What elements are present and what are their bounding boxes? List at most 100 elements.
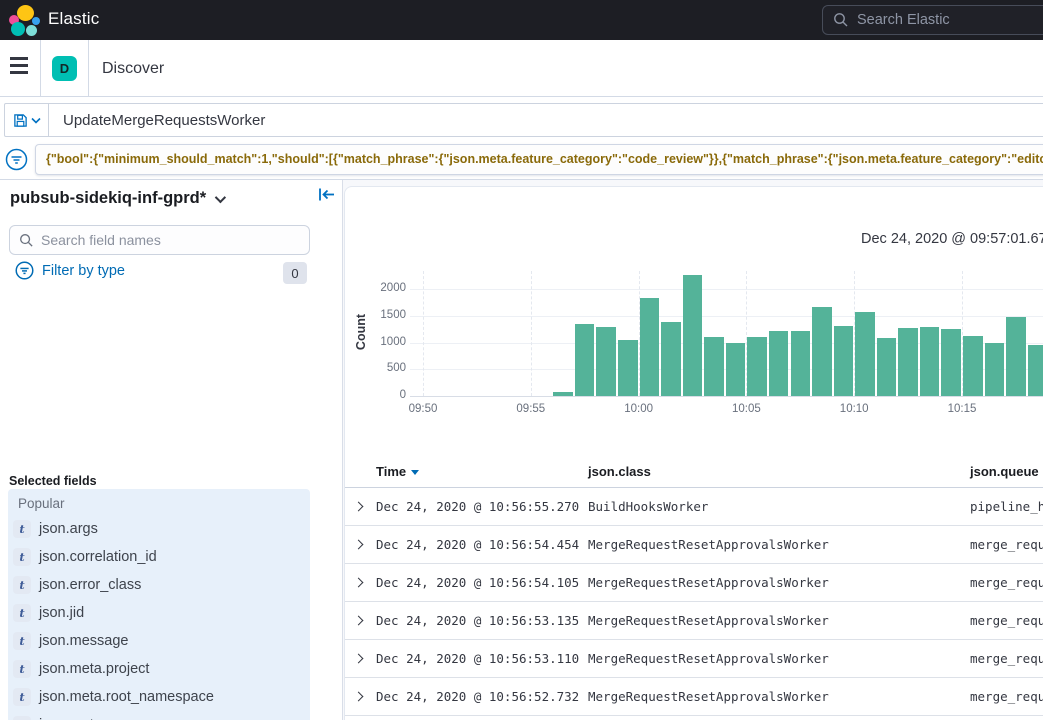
column-header-time[interactable]: Time <box>376 464 419 479</box>
column-header-json-class[interactable]: json.class <box>588 464 651 479</box>
string-type-icon: t <box>13 660 31 678</box>
string-type-icon: t <box>13 520 31 538</box>
cell-json-queue: merge_request_reset_approvals <box>970 575 1043 590</box>
field-search-placeholder: Search field names <box>41 232 161 248</box>
table-row: Dec 24, 2020 @ 10:56:53.135MergeRequestR… <box>345 602 1043 640</box>
table-row: Dec 24, 2020 @ 10:56:52.732 MergeRequestR… <box>345 678 1043 716</box>
filter-by-type-button[interactable]: Filter by type <box>15 261 125 280</box>
save-icon <box>13 113 28 128</box>
index-pattern-name: pubsub-sidekiq-inf-gprd* <box>10 189 206 208</box>
histogram-bar-10:00[interactable] <box>640 298 660 396</box>
cell-json-queue: merge_request_reset_approvals <box>970 689 1043 704</box>
discover-main-panel: Dec 24, 2020 @ 09:57:01.67 Count 0500100… <box>344 186 1043 720</box>
histogram-bar-10:02[interactable] <box>683 275 703 396</box>
index-pattern-selector[interactable]: pubsub-sidekiq-inf-gprd* <box>10 189 223 208</box>
histogram-bar-10:10[interactable] <box>855 312 875 396</box>
histogram-bar-09:56[interactable] <box>553 392 573 396</box>
x-axis-tick: 10:10 <box>832 403 876 415</box>
field-name: json.correlation_id <box>39 549 157 565</box>
cell-json-queue: merge_request_reset_approvals <box>970 613 1043 628</box>
histogram-bar-10:12[interactable] <box>898 328 918 396</box>
filter-by-type-label: Filter by type <box>42 263 125 279</box>
table-row: Dec 24, 2020 @ 10:56:54.454MergeRequestR… <box>345 526 1043 564</box>
gridline <box>531 271 532 396</box>
histogram-bar-10:11[interactable] <box>877 338 897 396</box>
cell-json-queue: merge_request_reset_approvals <box>970 537 1043 552</box>
x-axis-line <box>410 396 1043 397</box>
histogram-bar-09:58[interactable] <box>596 327 616 396</box>
popular-heading: Popular <box>18 496 65 511</box>
expand-row-icon[interactable] <box>354 578 364 588</box>
expand-row-icon[interactable] <box>354 654 364 664</box>
save-query-button[interactable] <box>5 104 49 136</box>
cell-time: Dec 24, 2020 @ 10:56:55.270 <box>376 499 579 514</box>
divider <box>40 40 41 96</box>
histogram-bar-10:15[interactable] <box>963 336 983 396</box>
histogram-bar-10:01[interactable] <box>661 322 681 396</box>
string-type-icon: t <box>13 632 31 650</box>
histogram-bar-10:09[interactable] <box>834 326 854 396</box>
cell-time: Dec 24, 2020 @ 10:56:52.732 <box>376 689 579 704</box>
filter-pill[interactable]: {"bool":{"minimum_should_match":1,"shoul… <box>35 144 1043 175</box>
field-item-json.error_class[interactable]: t json.error_class <box>8 571 310 599</box>
query-bar: UpdateMergeRequestsWorker <box>0 97 1043 139</box>
column-header-json-queue[interactable]: json.queue <box>970 464 1039 479</box>
field-item-json.args[interactable]: t json.args <box>8 515 310 543</box>
field-item-json.meta.root_namespace[interactable]: t json.meta.root_namespace <box>8 683 310 711</box>
field-name: json.jid <box>39 605 84 621</box>
query-input[interactable]: UpdateMergeRequestsWorker <box>49 104 1043 136</box>
cell-json-class: MergeRequestResetApprovalsWorker <box>588 651 829 666</box>
field-name: json.args <box>39 521 98 537</box>
field-item-json.meta.user[interactable]: tjson.meta.user <box>8 711 310 720</box>
sidebar: pubsub-sidekiq-inf-gprd* Search field na… <box>0 180 343 720</box>
y-axis-tick: 1000 <box>366 336 406 348</box>
histogram-bar-10:13[interactable] <box>920 327 940 396</box>
expand-row-icon[interactable] <box>354 616 364 626</box>
filter-bar: {"bool":{"minimum_should_match":1,"shoul… <box>0 139 1043 180</box>
filter-icon[interactable] <box>5 148 28 171</box>
string-type-icon: t <box>13 576 31 594</box>
expand-row-icon[interactable] <box>354 502 364 512</box>
histogram-bar-09:59[interactable] <box>618 340 638 396</box>
histogram-bar-10:03[interactable] <box>704 337 724 396</box>
elastic-logo-icon[interactable] <box>6 3 40 37</box>
gridline <box>423 271 424 396</box>
histogram-bar-10:08[interactable] <box>812 307 832 396</box>
histogram-bar-10:17[interactable] <box>1006 317 1026 396</box>
discover-app: Elastic Search Elastic D Discover <box>0 0 1043 720</box>
cell-json-class: MergeRequestResetApprovalsWorker <box>588 689 829 704</box>
field-item-json.jid[interactable]: tjson.jid <box>8 599 310 627</box>
field-item-json.correlation_id[interactable]: tjson.correlation_id <box>8 543 310 571</box>
filter-icon <box>15 261 34 280</box>
y-axis-tick: 1500 <box>366 309 406 321</box>
popular-fields-list: tjson.argstjson.correlation_idtjson.erro… <box>8 515 310 720</box>
field-name: json.error_class <box>39 577 141 593</box>
field-item-json.message[interactable]: tjson.message <box>8 627 310 655</box>
cell-json-class: MergeRequestResetApprovalsWorker <box>588 613 829 628</box>
field-search-input[interactable]: Search field names <box>9 225 310 255</box>
discover-app-icon[interactable]: D <box>52 56 77 81</box>
menu-icon[interactable] <box>10 57 28 79</box>
x-axis-tick: 09:55 <box>509 403 553 415</box>
histogram-bar-10:14[interactable] <box>941 329 961 396</box>
histogram-bar-10:04[interactable] <box>726 343 746 397</box>
global-search-input[interactable]: Search Elastic <box>822 5 1043 35</box>
string-type-icon: t <box>13 688 31 706</box>
y-axis-tick: 2000 <box>366 282 406 294</box>
histogram-bar-10:07[interactable] <box>791 331 811 396</box>
histogram-bar-10:18[interactable] <box>1028 345 1043 396</box>
selected-fields-heading: Selected fields <box>9 474 97 488</box>
global-search-placeholder: Search Elastic <box>857 12 950 28</box>
expand-row-icon[interactable] <box>354 540 364 550</box>
y-axis-tick: 0 <box>366 389 406 401</box>
histogram-bar-10:06[interactable] <box>769 331 789 396</box>
histogram-bar-10:16[interactable] <box>985 343 1005 396</box>
cell-time: Dec 24, 2020 @ 10:56:53.110 <box>376 651 579 666</box>
histogram-bar-10:05[interactable] <box>747 337 767 396</box>
collapse-sidebar-icon[interactable] <box>318 187 335 202</box>
field-name: json.meta.root_namespace <box>39 689 214 705</box>
histogram-bar-09:57[interactable] <box>575 324 595 396</box>
field-item-json.meta.project[interactable]: tjson.meta.project <box>8 655 310 683</box>
expand-row-icon[interactable] <box>354 692 364 702</box>
breadcrumb: Discover <box>102 60 164 78</box>
